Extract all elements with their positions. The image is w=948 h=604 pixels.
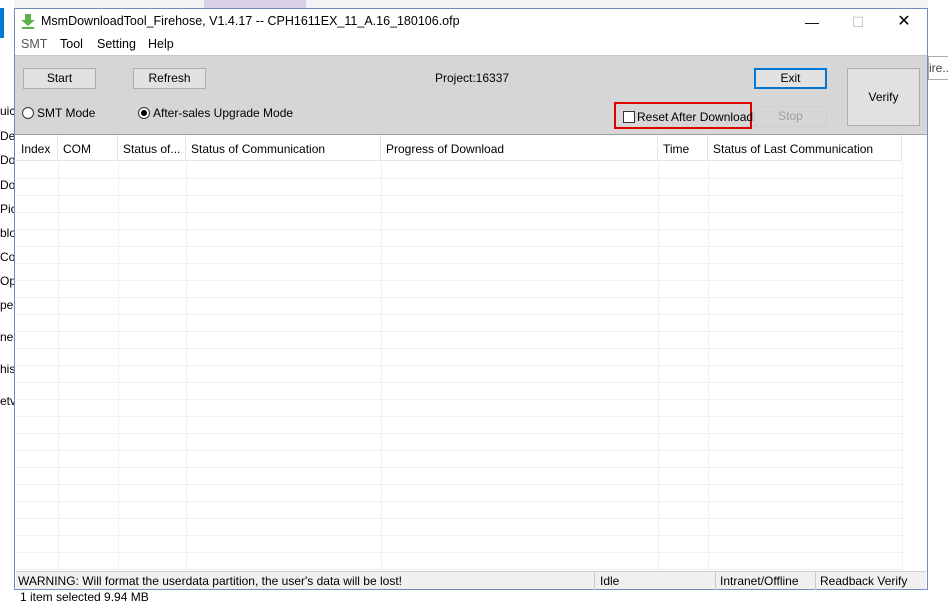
nav-fragment: Do [0,178,14,192]
grid-hline [16,382,902,383]
background-accent [0,8,4,38]
reset-after-download-label[interactable]: Reset After Download [637,110,753,124]
window-title: MsmDownloadTool_Firehose, V1.4.17 -- CPH… [41,14,460,28]
grid-hline [16,280,902,281]
start-button[interactable]: Start [23,68,96,89]
grid-vline [902,161,903,571]
grid-hline [16,246,902,247]
column-header-last-communication[interactable]: Status of Last Communication [708,135,902,161]
exit-button[interactable]: Exit [754,68,827,89]
grid-hline [16,552,902,553]
nav-fragment: his [0,362,14,376]
grid-hline [16,501,902,502]
reset-after-download-highlight: Reset After Download [614,102,753,129]
column-header-status[interactable]: Status of... [118,135,186,161]
grid-hline [16,450,902,451]
grid-vline [118,161,119,571]
status-warning: WARNING: Will format the userdata partit… [16,572,595,590]
nav-fragment: etv [0,394,14,408]
grid-hline [16,178,902,179]
nav-fragment: Op [0,274,14,288]
background-tabstrip [0,0,948,8]
explorer-status-text: 1 item selected 9.94 MB [20,590,149,604]
menu-setting[interactable]: Setting [97,37,136,51]
download-arrow-icon [21,14,35,29]
smt-mode-label: SMT Mode [37,106,96,120]
menu-tool[interactable]: Tool [60,37,83,51]
grid-hline [16,467,902,468]
project-label: Project:16337 [435,71,510,85]
status-state: Idle [596,572,716,590]
nav-fragment: Co [0,250,14,264]
nav-fragment: De [0,129,14,143]
status-readback: Readback Verify [820,574,908,588]
aftersales-mode-radio[interactable]: After-sales Upgrade Mode [138,106,298,121]
grid-hline [16,229,902,230]
verify-button[interactable]: Verify [847,68,920,126]
grid-hline [16,263,902,264]
grid-vline [658,161,659,571]
nav-fragment: ne [0,330,14,344]
msm-download-tool-window: MsmDownloadTool_Firehose, V1.4.17 -- CPH… [14,8,928,590]
status-network: Intranet/Offline [716,572,816,590]
radio-circle [22,107,34,119]
grid-hline [16,297,902,298]
stop-button[interactable]: Stop [754,106,827,127]
grid-hline [16,484,902,485]
grid-hline [16,399,902,400]
menu-bar: SMT Tool Setting Help [15,35,927,55]
nav-fragment: Do [0,153,14,167]
search-fragment: ire... [928,56,948,80]
column-header-time[interactable]: Time [658,135,708,161]
column-header-status-communication[interactable]: Status of Communication [186,135,381,161]
reset-after-download-checkbox[interactable] [623,111,635,123]
grid-hline [16,433,902,434]
column-header-progress[interactable]: Progress of Download [381,135,658,161]
background-tab [204,0,306,8]
minimize-button[interactable]: — [789,9,835,35]
grid-hline [16,416,902,417]
grid-hline [16,569,902,570]
nav-fragment: blo [0,226,14,240]
radio-circle [138,107,150,119]
grid-hline [16,314,902,315]
smt-mode-radio[interactable]: SMT Mode [22,106,102,121]
grid-vline [381,161,382,571]
title-bar[interactable]: MsmDownloadTool_Firehose, V1.4.17 -- CPH… [15,9,927,35]
aftersales-mode-label: After-sales Upgrade Mode [153,106,294,120]
refresh-button[interactable]: Refresh [133,68,206,89]
status-bar: WARNING: Will format the userdata partit… [16,571,926,590]
background-explorer-status: 1 item selected 9.94 MB [14,590,928,604]
radio-selected-dot [141,110,147,116]
grid-vline [708,161,709,571]
column-header-index[interactable]: Index [16,135,58,161]
grid-hline [16,195,902,196]
grid-hline [16,331,902,332]
grid-vline [186,161,187,571]
nav-fragment: Pic [0,202,14,216]
grid-hline [16,535,902,536]
nav-fragment: uic [0,104,14,118]
grid-hline [16,348,902,349]
grid-hline [16,212,902,213]
control-panel: Start Refresh Project:16337 Exit Verify … [15,55,927,135]
background-explorer-nav: uic De Do Do Pic blo Co Op pe ne his etv [0,0,14,604]
nav-fragment: pe [0,298,14,312]
grid-vline [58,161,59,571]
table-header: Index COM Status of... Status of Communi… [16,135,902,161]
maximize-button[interactable]: ☐ [835,9,881,35]
background-explorer-search: ire... [928,0,948,604]
close-button[interactable]: ✕ [881,9,927,35]
column-header-com[interactable]: COM [58,135,118,161]
device-list-table[interactable]: Index COM Status of... Status of Communi… [16,135,926,571]
grid-hline [16,518,902,519]
grid-hline [16,365,902,366]
menu-help[interactable]: Help [148,37,174,51]
menu-smt[interactable]: SMT [21,37,47,51]
